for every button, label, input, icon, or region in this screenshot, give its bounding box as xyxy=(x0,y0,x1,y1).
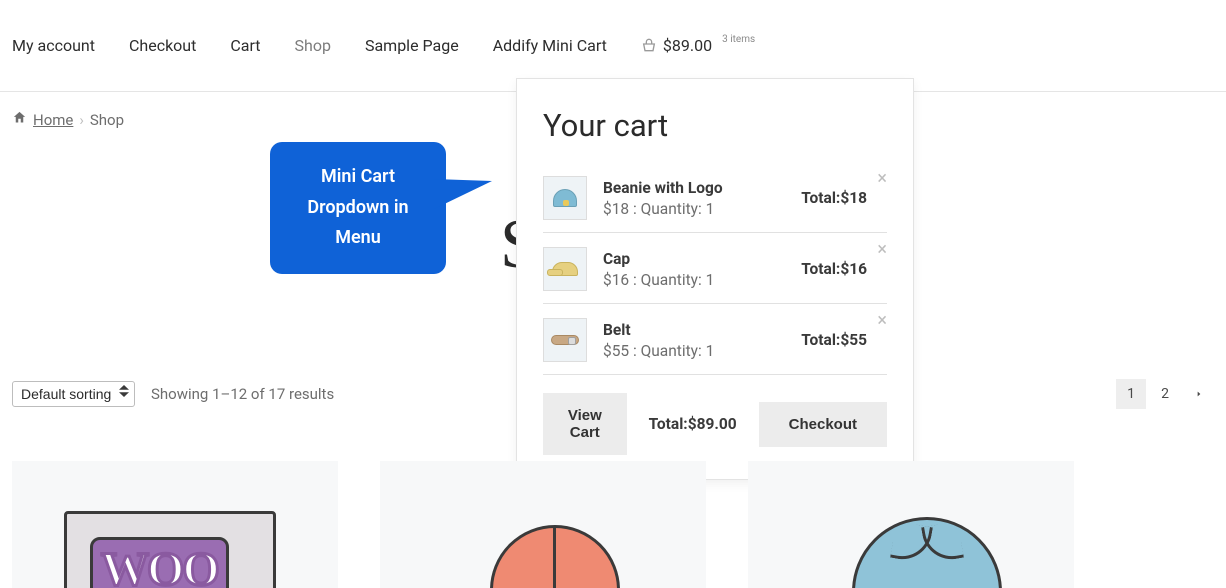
nav-cart-count: 3 items xyxy=(722,34,755,45)
nav-cart-total: $89.00 xyxy=(663,36,712,55)
callout-bubble: Mini Cart Dropdown in Menu xyxy=(270,142,446,274)
breadcrumb-home[interactable]: Home xyxy=(33,111,73,129)
nav-cart-summary[interactable]: $89.00 3 items xyxy=(641,36,755,55)
mini-cart-title: Your cart xyxy=(543,107,887,144)
nav-shop[interactable]: Shop xyxy=(295,36,331,55)
product-image xyxy=(490,525,620,588)
product-card[interactable] xyxy=(748,461,1074,588)
nav-my-account[interactable]: My account xyxy=(12,36,95,55)
mini-cart-item: Beanie with Logo $18 : Quantity: 1 Total… xyxy=(543,162,887,232)
nav-checkout[interactable]: Checkout xyxy=(129,36,196,55)
result-count: Showing 1–12 of 17 results xyxy=(151,385,334,403)
mini-cart-item-name: Beanie with Logo xyxy=(603,179,753,197)
mini-cart-item: Cap $16 : Quantity: 1 Total:$16 × xyxy=(543,232,887,303)
mini-cart-item-total: Total:$55 xyxy=(801,331,867,349)
sort-select[interactable]: Default sorting xyxy=(12,381,135,407)
nav-sample-page[interactable]: Sample Page xyxy=(365,36,459,55)
pagination: 1 2 xyxy=(1116,379,1214,409)
mini-cart-item-name: Belt xyxy=(603,321,753,339)
product-grid: WOO xyxy=(0,461,1226,588)
basket-icon xyxy=(641,38,657,54)
mini-cart-item-line: $16 : Quantity: 1 xyxy=(603,271,753,289)
mini-cart-item-line: $55 : Quantity: 1 xyxy=(603,342,753,360)
view-cart-button[interactable]: View Cart xyxy=(543,393,627,455)
breadcrumb-current: Shop xyxy=(90,111,124,129)
mini-cart-item-total: Total:$18 xyxy=(801,189,867,207)
page-1[interactable]: 1 xyxy=(1116,379,1146,409)
chevron-right-icon: › xyxy=(79,111,84,129)
remove-item-button[interactable]: × xyxy=(877,241,887,259)
mini-cart-dropdown: Your cart Beanie with Logo $18 : Quantit… xyxy=(516,78,914,480)
product-thumb-cap xyxy=(543,247,587,291)
mini-cart-item: Belt $55 : Quantity: 1 Total:$55 × xyxy=(543,303,887,374)
nav-addify-mini-cart[interactable]: Addify Mini Cart xyxy=(493,36,607,55)
mini-cart-grand-total: Total:$89.00 xyxy=(649,415,737,433)
mini-cart-footer: View Cart Total:$89.00 Checkout xyxy=(543,393,887,455)
home-icon xyxy=(12,110,27,129)
remove-item-button[interactable]: × xyxy=(877,170,887,188)
mini-cart-item-name: Cap xyxy=(603,250,753,268)
mini-cart-item-total: Total:$16 xyxy=(801,260,867,278)
page-next[interactable] xyxy=(1184,379,1214,409)
product-card[interactable] xyxy=(380,461,706,588)
nav-cart[interactable]: Cart xyxy=(230,36,260,55)
product-thumb-belt xyxy=(543,318,587,362)
product-thumb-beanie xyxy=(543,176,587,220)
product-image xyxy=(852,517,1002,588)
caret-right-icon xyxy=(1195,389,1203,399)
product-card[interactable]: WOO xyxy=(12,461,338,588)
page-2[interactable]: 2 xyxy=(1150,379,1180,409)
mini-cart-items: Beanie with Logo $18 : Quantity: 1 Total… xyxy=(543,162,887,375)
remove-item-button[interactable]: × xyxy=(877,312,887,330)
mini-cart-item-line: $18 : Quantity: 1 xyxy=(603,200,753,218)
checkout-button[interactable]: Checkout xyxy=(759,402,887,447)
nav-list: My account Checkout Cart Shop Sample Pag… xyxy=(12,36,755,55)
